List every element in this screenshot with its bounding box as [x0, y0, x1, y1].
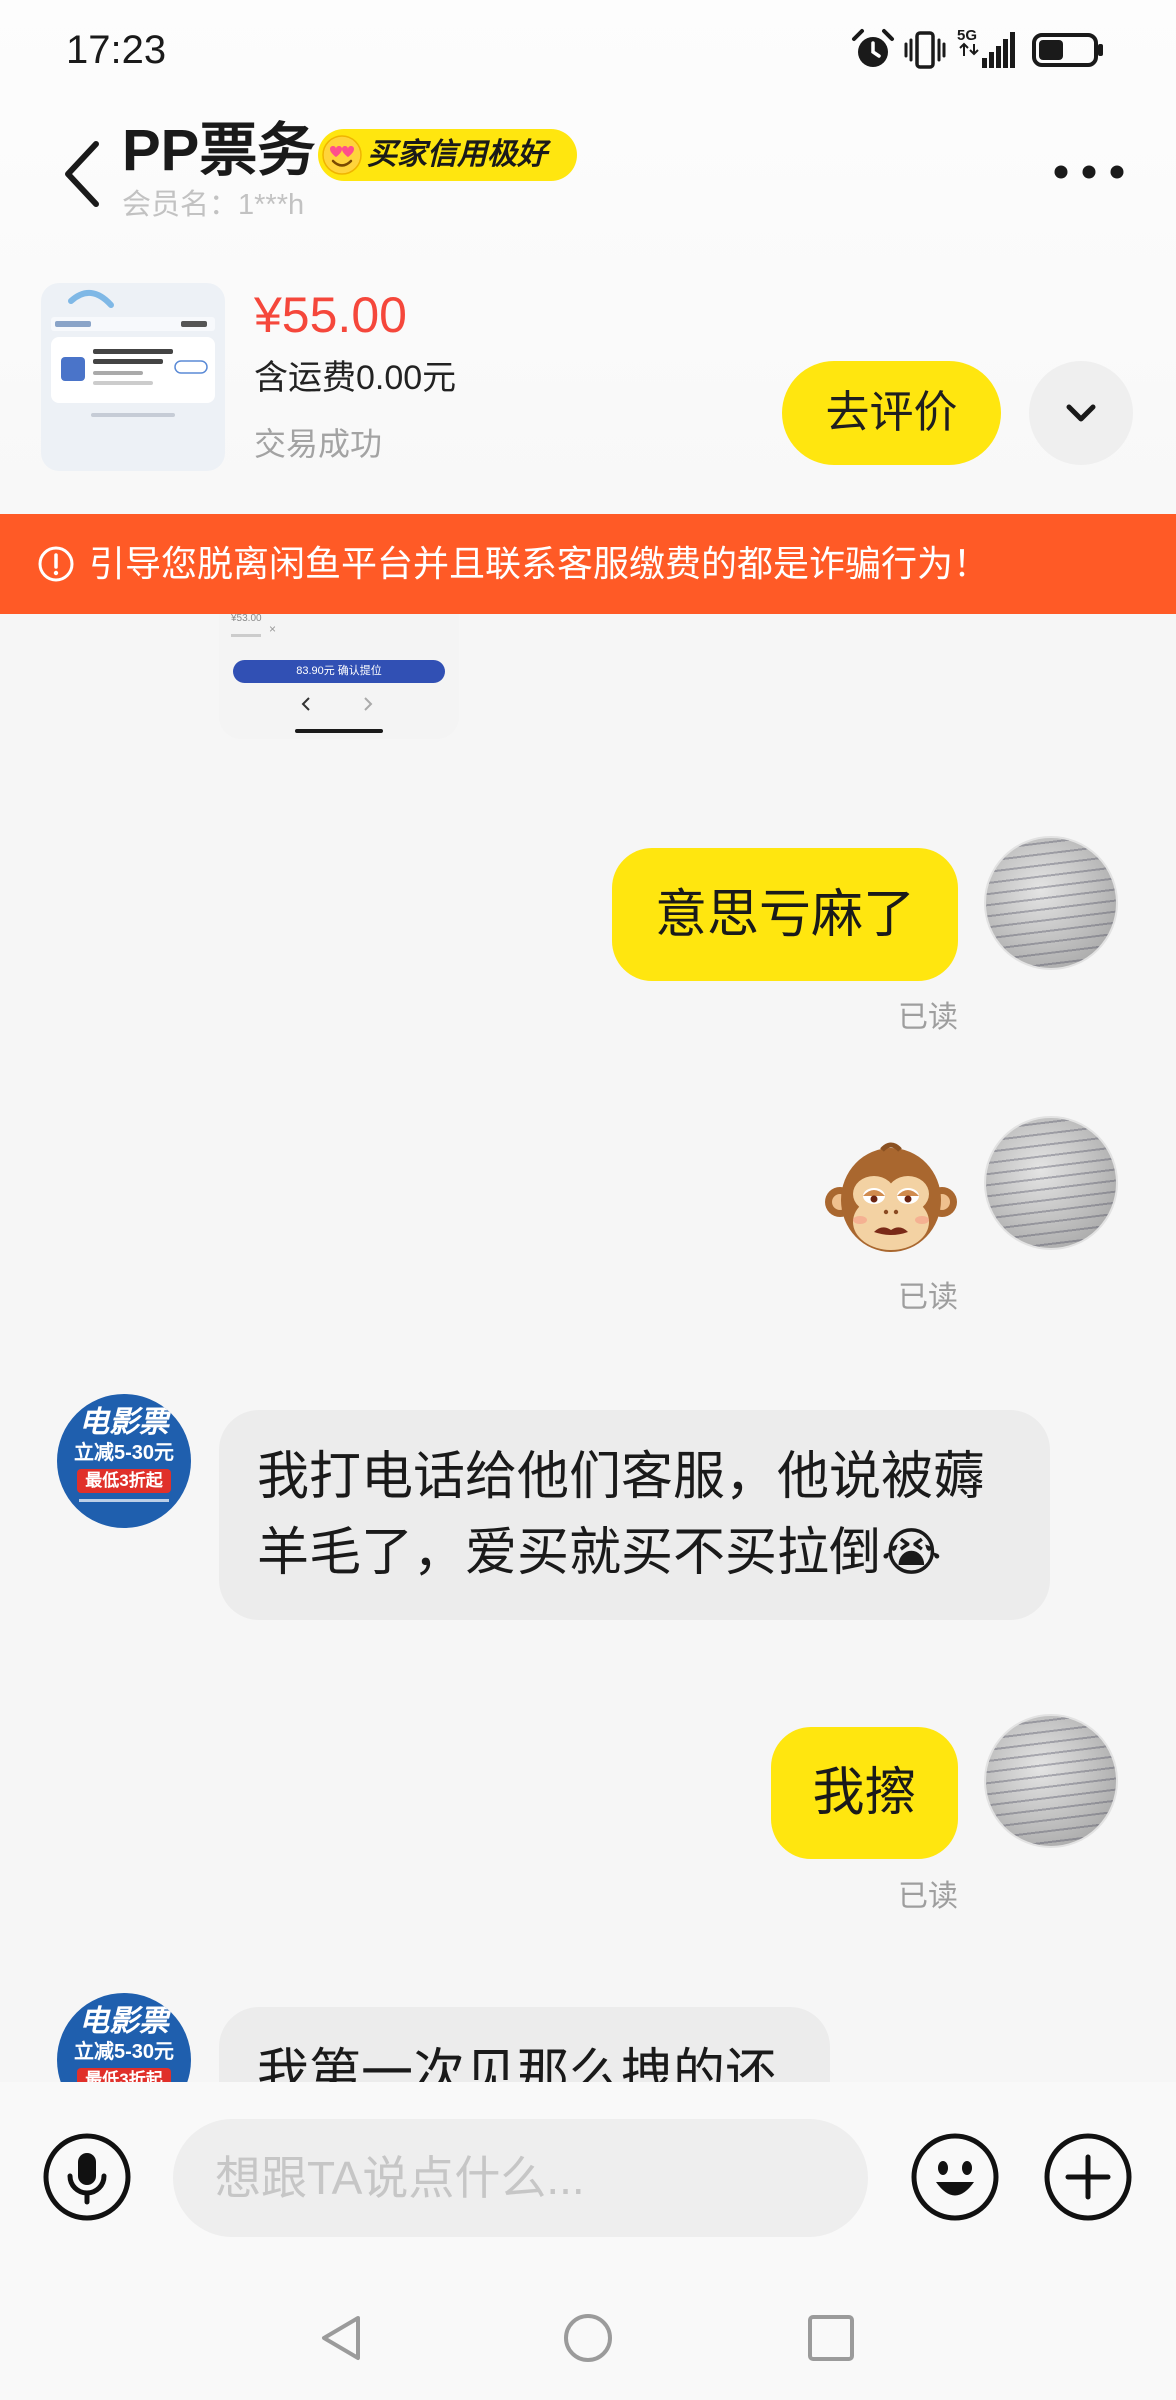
avatar[interactable] [984, 1116, 1118, 1250]
shipping-fee: 含运费0.00元 [254, 359, 457, 397]
recents-nav-icon[interactable] [806, 2313, 856, 2363]
chat-messages[interactable]: ¥53.00 × 83.90元 确认提位 意思亏麻了 已读 已读 电影票 立减5… [0, 614, 1176, 2082]
emoji-icon[interactable] [909, 2131, 1001, 2223]
chevron-down-icon [1066, 404, 1096, 422]
avatar[interactable] [984, 1714, 1118, 1848]
fraud-warning-banner: 引导您脱离闲鱼平台并且联系客服缴费的都是诈骗行为！ [0, 514, 1176, 614]
member-name: 会员名：1***h [122, 189, 305, 221]
home-indicator [295, 729, 383, 733]
avatar[interactable] [984, 836, 1118, 970]
home-nav-icon[interactable] [562, 2312, 614, 2364]
heart-eyes-emoji-icon [322, 135, 362, 175]
message-bubble-incoming[interactable]: 我打电话给他们客服，他说被薅羊毛了，爱买就买不买拉倒😭 [219, 1410, 1050, 1620]
product-price: ¥55.00 [254, 287, 407, 343]
seller-avatar[interactable]: 电影票 立减5-30元 最低3折起 [57, 1394, 191, 1528]
credit-badge-label: 买家信用极好 [367, 138, 547, 171]
chevron-left-icon[interactable] [58, 138, 106, 210]
network-type-label: 5G [957, 27, 977, 44]
seller-avatar-divider [79, 1499, 169, 1502]
shared-image-confirm-button: 83.90元 确认提位 [233, 660, 445, 683]
expand-button[interactable] [1029, 361, 1133, 465]
shared-image-price: ¥53.00 [231, 614, 262, 624]
monkey-sticker[interactable] [824, 1140, 958, 1258]
vibrate-icon [904, 31, 946, 69]
thumbnail-image [51, 290, 215, 417]
more-dots-icon[interactable] [1048, 160, 1132, 184]
seller-avatar-line2: 立减5-30元 [73, 1442, 175, 1464]
banner-text: 引导您脱离闲鱼平台并且联系客服缴费的都是诈骗行为！ [89, 543, 990, 584]
pager-arrows-icon [301, 697, 373, 711]
read-status: 已读 [898, 1880, 958, 1913]
seller-avatar-line3: 最低3折起 [77, 1469, 171, 1493]
status-time: 17:23 [66, 28, 167, 72]
message-bubble-incoming[interactable]: 我第一次见那么拽的还 [219, 2007, 830, 2082]
seller-avatar-line3: 最低3折起 [77, 2068, 171, 2082]
seller-avatar-line1: 电影票 [79, 1406, 169, 1439]
seller-avatar[interactable]: 电影票 立减5-30元 最低3折起 [57, 1993, 191, 2082]
seller-avatar-line2: 立减5-30元 [73, 2041, 175, 2063]
credit-badge: 买家信用极好 [318, 129, 577, 181]
shared-screenshot-image[interactable]: ¥53.00 × 83.90元 确认提位 [219, 614, 459, 739]
message-bubble-outgoing[interactable]: 意思亏麻了 [612, 848, 958, 981]
signal-icon: 5G [957, 27, 1015, 68]
product-thumbnail[interactable] [41, 283, 225, 471]
trade-status: 交易成功 [254, 426, 383, 462]
seller-avatar-line1: 电影票 [79, 2005, 169, 2038]
message-input[interactable] [173, 2119, 868, 2237]
plus-icon[interactable] [1042, 2131, 1134, 2223]
read-status: 已读 [898, 1001, 958, 1034]
microphone-icon[interactable] [41, 2131, 133, 2223]
alarm-icon [852, 29, 894, 67]
back-nav-icon[interactable] [318, 2314, 364, 2362]
read-status: 已读 [898, 1281, 958, 1314]
review-button[interactable]: 去评价 [782, 361, 1001, 465]
battery-icon [1032, 33, 1103, 67]
shared-image-line [231, 634, 261, 637]
info-circle-icon [38, 546, 74, 582]
close-icon: × [269, 622, 277, 636]
page-title: PP票务 [122, 118, 316, 183]
message-bubble-outgoing[interactable]: 我擦 [771, 1727, 958, 1859]
